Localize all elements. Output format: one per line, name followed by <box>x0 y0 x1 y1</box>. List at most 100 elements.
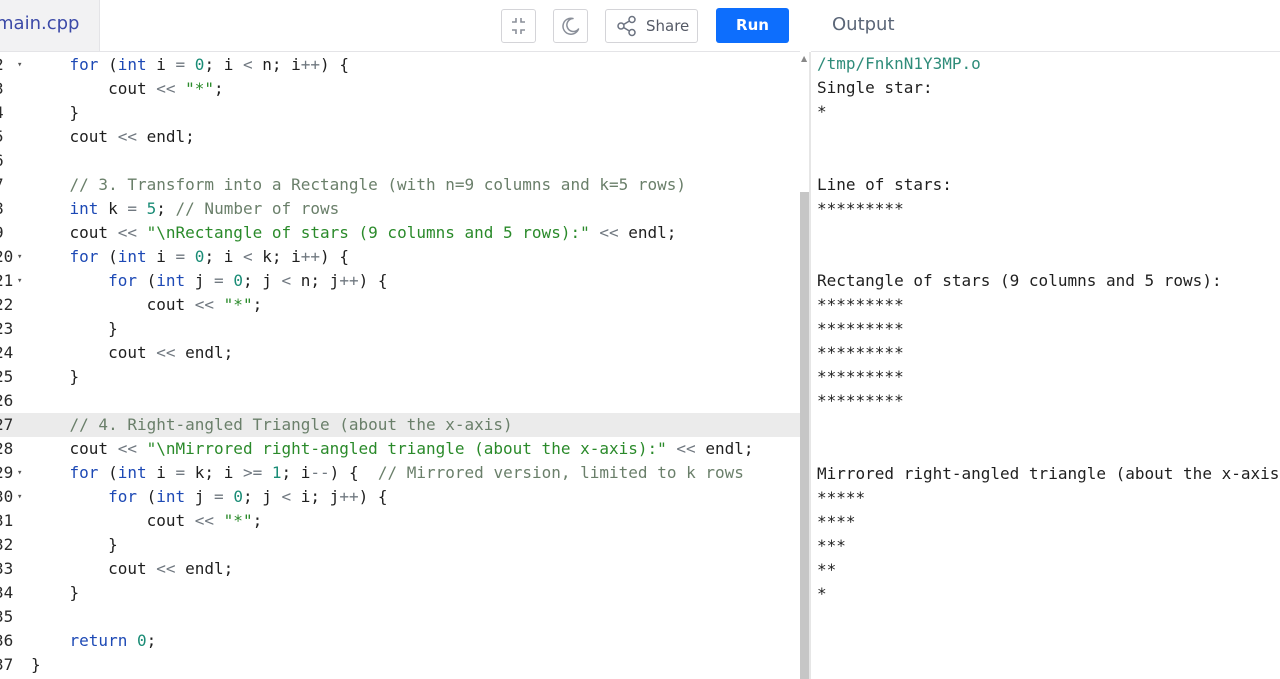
output-panel-title: Output <box>832 14 895 35</box>
code-line[interactable]: 28 cout << "\nMirrored right-angled tria… <box>0 437 800 461</box>
minimize-button[interactable] <box>501 9 536 43</box>
code-line[interactable]: 31 cout << "*"; <box>0 509 800 533</box>
code-line[interactable]: 20▾ for (int i = 0; i < k; i++) { <box>0 245 800 269</box>
code-token: cout <box>31 559 157 578</box>
code-token: 0 <box>233 271 243 290</box>
output-line: ********* <box>817 341 904 365</box>
code-token: cout <box>31 439 118 458</box>
output-text: Rectangle of stars (9 columns and 5 rows… <box>817 270 1222 290</box>
code-token: int <box>117 463 147 482</box>
code-token: endl; <box>695 439 754 458</box>
code-line[interactable]: 21▾ for (int j = 0; j < n; j++) { <box>0 269 800 293</box>
output-line: ** <box>817 558 836 582</box>
output-line: **** <box>817 510 856 534</box>
code-token: << <box>156 79 176 98</box>
code-text: for (int i = k; i >= 1; i--) { // Mirror… <box>31 461 744 485</box>
code-line[interactable]: 4 } <box>0 101 800 125</box>
output-console: /tmp/FnknN1Y3MP.o Single star: * Line of st… <box>817 52 1280 679</box>
code-text: } <box>31 365 80 389</box>
fold-toggle-icon[interactable]: ▾ <box>17 269 22 293</box>
code-token: cout <box>31 223 118 242</box>
theme-toggle-button[interactable] <box>553 9 588 43</box>
code-line[interactable]: 8 int k = 5; // Number of rows <box>0 197 800 221</box>
code-line[interactable]: 37} <box>0 653 800 677</box>
line-number: 22 <box>0 295 14 314</box>
code-text: cout << endl; <box>31 341 233 365</box>
code-token: k; i <box>252 247 301 266</box>
fold-toggle-icon[interactable]: ▾ <box>17 485 22 509</box>
code-text: } <box>31 533 118 557</box>
code-line[interactable]: 34 } <box>0 581 800 605</box>
code-line[interactable]: 36 return 0; <box>0 629 800 653</box>
code-token: "*" <box>223 295 253 314</box>
code-token: "*" <box>223 511 253 530</box>
output-line: Single star: <box>817 76 933 100</box>
code-line[interactable]: 25 } <box>0 365 800 389</box>
code-line[interactable]: 26 <box>0 389 800 413</box>
file-tab[interactable]: main.cpp <box>0 0 100 52</box>
fold-toggle-icon[interactable]: ▾ <box>17 461 22 485</box>
editor-scrollbar[interactable] <box>800 192 809 679</box>
fold-toggle-icon[interactable]: ▾ <box>17 245 22 269</box>
code-token: ( <box>136 271 157 290</box>
code-line[interactable]: 30▾ for (int j = 0; j < i; j++) { <box>0 485 800 509</box>
scroll-up-arrow[interactable]: ▲ <box>801 54 807 63</box>
code-line[interactable]: 23 } <box>0 317 800 341</box>
code-line[interactable]: 7 // 3. Transform into a Rectangle (with… <box>0 173 800 197</box>
code-token: ; <box>252 295 263 314</box>
line-number: 5 <box>0 125 22 149</box>
code-line[interactable]: 5 cout << endl; <box>0 125 800 149</box>
line-number: 35 <box>0 607 14 626</box>
code-token: ++ <box>300 247 321 266</box>
code-line[interactable]: 33 cout << endl; <box>0 557 800 581</box>
top-bar: main.cpp Share Run Output <box>0 0 1280 52</box>
code-line[interactable]: 6 <box>0 149 800 173</box>
share-button[interactable]: Share <box>605 9 698 43</box>
code-token: = <box>214 487 224 506</box>
code-text: cout << "*"; <box>31 77 224 101</box>
panel-divider[interactable] <box>809 52 811 679</box>
fold-toggle-icon[interactable]: ▾ <box>17 53 22 77</box>
output-line: * <box>817 582 827 606</box>
code-token: cout <box>31 295 195 314</box>
line-number: 34 <box>0 583 14 602</box>
code-token: for <box>108 487 137 506</box>
output-text: * <box>817 584 827 604</box>
code-line[interactable]: 9 cout << "\nRectangle of stars (9 colum… <box>0 221 800 245</box>
code-line[interactable]: 2▾ for (int i = 0; i < n; i++) { <box>0 53 800 77</box>
code-token: i; j <box>291 487 340 506</box>
code-token: 0 <box>136 631 147 650</box>
output-text: Line of stars: <box>817 174 952 194</box>
code-line[interactable]: 27 // 4. Right-angled Triangle (about th… <box>0 413 800 437</box>
code-text: // 3. Transform into a Rectangle (with n… <box>31 173 687 197</box>
code-token: // Number of rows <box>175 199 340 218</box>
code-token: << <box>599 223 619 242</box>
code-token: cout <box>31 127 118 146</box>
line-number: 32 <box>0 535 14 554</box>
code-token: ) { <box>358 271 388 290</box>
output-text: ********* <box>817 295 904 314</box>
run-button[interactable]: Run <box>716 8 789 43</box>
code-line[interactable]: 35 <box>0 605 800 629</box>
line-number: 26 <box>0 391 14 410</box>
code-token: ; i <box>281 463 311 482</box>
output-line: Mirrored right-angled triangle (about th… <box>817 462 1280 486</box>
code-token: int <box>156 487 186 506</box>
code-token: 0 <box>194 247 205 266</box>
output-text: Mirrored right-angled triangle (about th… <box>817 463 1280 483</box>
line-number: 33 <box>0 559 14 578</box>
share-button-label: Share <box>646 17 690 35</box>
code-editor[interactable]: 2▾ for (int i = 0; i < n; i++) {3 cout <… <box>0 52 800 679</box>
code-line[interactable]: 24 cout << endl; <box>0 341 800 365</box>
code-line[interactable]: 22 cout << "*"; <box>0 293 800 317</box>
code-line[interactable]: 3 cout << "*"; <box>0 77 800 101</box>
code-token: 1 <box>271 463 282 482</box>
output-line: ********* <box>817 365 904 389</box>
code-line[interactable]: 32 } <box>0 533 800 557</box>
code-line[interactable]: 29▾ for (int i = k; i >= 1; i--) { // Mi… <box>0 461 800 485</box>
